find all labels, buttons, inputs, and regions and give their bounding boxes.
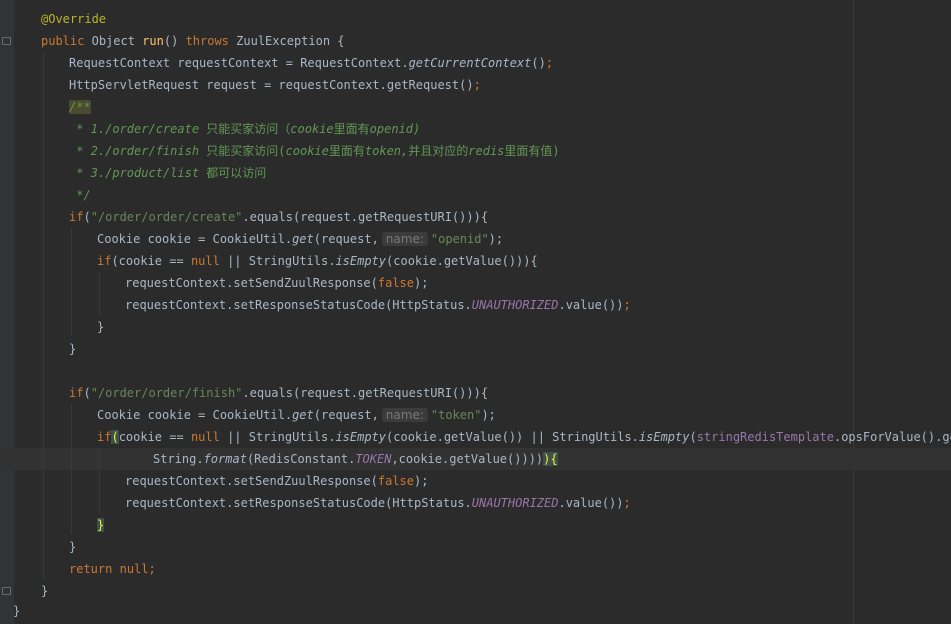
editor-gutter[interactable]: [0, 0, 14, 624]
indent-guide: [43, 52, 44, 580]
fold-marker-icon[interactable]: [2, 587, 11, 595]
code-editor[interactable]: @Override public Object run() throws Zuu…: [0, 0, 951, 624]
code-line-15[interactable]: }: [97, 316, 104, 338]
code-line-19[interactable]: if(cookie == null || StringUtils.isEmpty…: [97, 426, 951, 448]
code-line-12[interactable]: if(cookie == null || StringUtils.isEmpty…: [97, 250, 538, 272]
code-line-4[interactable]: HttpServletRequest request = requestCont…: [69, 74, 481, 96]
code-line-17[interactable]: if("/order/order/finish".equals(request.…: [69, 382, 488, 404]
code-line-14[interactable]: requestContext.setResponseStatusCode(Htt…: [125, 294, 631, 316]
code-line-9[interactable]: */: [69, 184, 90, 206]
code-line-18[interactable]: Cookie cookie = CookieUtil.get(request, n…: [97, 404, 496, 426]
parameter-name-hint: name:: [381, 408, 428, 422]
code-line-3[interactable]: RequestContext requestContext = RequestC…: [69, 52, 553, 74]
fold-marker-icon[interactable]: [2, 37, 11, 45]
code-line-16[interactable]: }: [69, 338, 76, 360]
code-line-21[interactable]: requestContext.setSendZuulResponse(false…: [125, 470, 428, 492]
code-line-26[interactable]: }: [41, 580, 48, 602]
code-line-23[interactable]: }: [97, 514, 105, 536]
code-line-1[interactable]: @Override: [41, 8, 106, 30]
code-line-5[interactable]: /**: [69, 96, 91, 118]
code-line-27[interactable]: }: [13, 600, 20, 622]
code-line-20[interactable]: String.format(RedisConstant.TOKEN,cookie…: [153, 448, 558, 470]
code-line-7[interactable]: * 2./order/finish 只能买家访问(cookie里面有token,…: [69, 140, 559, 162]
indent-guide: [99, 448, 100, 514]
code-line-6[interactable]: * 1./order/create 只能买家访问（cookie里面有openid…: [69, 118, 420, 140]
code-line-10[interactable]: if("/order/order/create".equals(request.…: [69, 206, 488, 228]
code-line-25[interactable]: return null;: [69, 558, 156, 580]
code-line-24[interactable]: }: [69, 536, 76, 558]
matched-brace: }: [97, 518, 105, 532]
matched-brace: {: [550, 452, 558, 466]
code-line-8[interactable]: * 3./product/list 都可以访问: [69, 162, 266, 184]
code-line-11[interactable]: Cookie cookie = CookieUtil.get(request, n…: [97, 228, 503, 250]
matched-paren: (: [111, 430, 119, 444]
right-margin-guide: [853, 0, 854, 624]
indent-guide: [71, 404, 72, 534]
code-line-13[interactable]: requestContext.setSendZuulResponse(false…: [125, 272, 428, 294]
code-line-22[interactable]: requestContext.setResponseStatusCode(Htt…: [125, 492, 631, 514]
code-line-2[interactable]: public Object run() throws ZuulException…: [41, 30, 345, 52]
parameter-name-hint: name:: [381, 232, 428, 246]
indent-guide: [71, 228, 72, 336]
indent-guide: [99, 272, 100, 316]
